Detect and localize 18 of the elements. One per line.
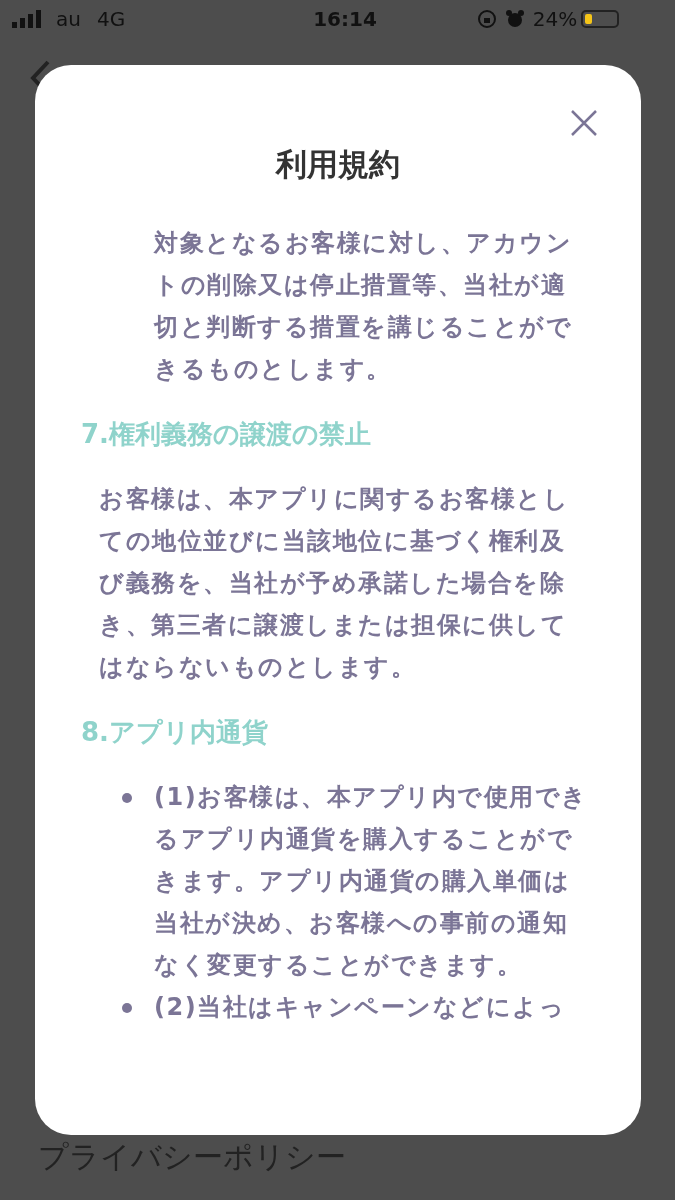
battery-icon [581,10,620,28]
battery-percent: 24% [532,6,578,33]
network-label: 4G [96,6,126,33]
section-heading: 8.アプリ内通貨 [81,716,269,749]
list-item: (1)お客様は、本アプリ内で使用できるアプリ内通貨を購入することができます。アプリ内通貨の購入単価は当社が決め、お客様への事前の通知なく変更することができます。 [154,782,588,981]
bullet-icon [122,793,132,803]
close-icon[interactable] [570,109,598,137]
signal-icon [12,10,44,28]
section-heading: 7.権利義務の譲渡の禁止 [81,418,372,451]
rotation-lock-icon [476,9,497,29]
clock: 16:14 [313,6,377,33]
alarm-icon [504,9,525,29]
bullet-icon [122,1003,132,1013]
modal-title: 利用規約 [274,145,401,184]
paragraph: 対象となるお客様に対し、アカウントの削除又は停止措置等、当社が適切と判断する措置を講じることができるものとします。 [154,228,573,385]
carrier-label: au [56,6,81,33]
list-item: (2)当社はキャンペーンなどによっ [154,992,567,1023]
paragraph: お客様は、本アプリに関するお客様としての地位並びに当該地位に基づく権利及び義務を、当社が予め承諾した場合を除き、第三者に譲渡しまたは担保に供してはならないものとします。 [99,484,570,683]
